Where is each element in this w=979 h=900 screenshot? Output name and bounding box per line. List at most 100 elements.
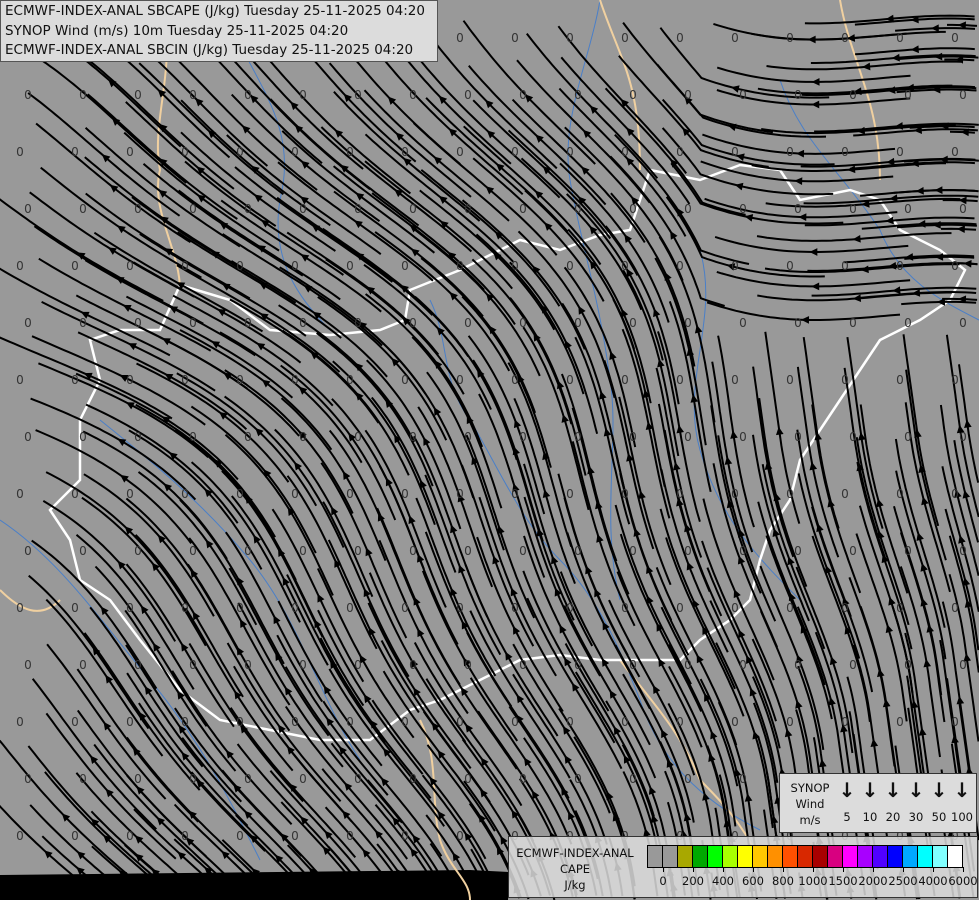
streamline-arrow-icon [870, 738, 879, 747]
cape-value-label: 0 [731, 373, 739, 387]
cape-color-swatch [768, 846, 783, 867]
streamline [279, 736, 405, 889]
cape-value-label: 0 [849, 544, 857, 558]
streamline-arrow-icon [964, 419, 972, 428]
streamline [180, 131, 336, 252]
streamline-arrow-icon [686, 561, 694, 571]
streamline-arrow-icon [653, 308, 661, 318]
cape-value-label: 0 [409, 658, 417, 672]
cape-value-label: 0 [126, 601, 134, 615]
cape-value-label: 0 [16, 487, 24, 501]
cape-value-label: 0 [841, 145, 849, 159]
map-title-box: ECMWF-INDEX-ANAL SBCAPE (J/kg) Tuesday 2… [0, 0, 438, 62]
cape-value-label: 0 [904, 430, 912, 444]
streamline-arrow-icon [676, 424, 685, 434]
cape-value-label: 0 [126, 373, 134, 387]
cape-value-label: 0 [566, 601, 574, 615]
streamline-arrow-icon [795, 700, 803, 709]
streamline-arrow-icon [211, 341, 221, 349]
title-line-cin: ECMWF-INDEX-ANAL SBCIN (J/kg) Tuesday 25… [5, 42, 414, 58]
streamline-arrow-icon [648, 786, 657, 795]
cape-value-label: 0 [951, 373, 959, 387]
streamline-arrow-icon [513, 419, 522, 429]
cape-value-label: 0 [401, 259, 409, 273]
streamline-arrow-icon [672, 461, 681, 471]
cape-value-label: 0 [574, 88, 582, 102]
streamline-arrow-icon [828, 696, 836, 706]
streamline-arrow-icon [169, 306, 179, 314]
streamline-arrow-icon [696, 654, 704, 664]
streamline-arrow-icon [331, 506, 339, 516]
wind-speed-label: 100 [951, 810, 973, 824]
cape-value-label: 0 [566, 31, 574, 45]
streamline-arrow-icon [852, 234, 861, 243]
cape-value-label: 0 [786, 601, 794, 615]
streamline-arrow-icon [542, 489, 551, 499]
cape-value-label: 0 [959, 202, 967, 216]
cape-value-label: 0 [126, 829, 134, 843]
streamline [421, 570, 519, 742]
cape-value-label: 0 [126, 715, 134, 729]
cape-value-label: 0 [629, 316, 637, 330]
cape-value-label: 0 [519, 430, 527, 444]
streamline-arrow-icon [744, 793, 753, 802]
cape-value-label: 0 [346, 145, 354, 159]
streamline-arrow-icon [253, 534, 261, 544]
streamline-arrow-icon [730, 430, 738, 439]
streamline-arrow-icon [108, 247, 117, 255]
cape-value-label: 0 [291, 829, 299, 843]
streamline-arrow-icon [450, 524, 458, 534]
cape-value-label: 0 [244, 544, 252, 558]
cape-value-label: 0 [896, 259, 904, 273]
cape-value-label: 0 [299, 658, 307, 672]
cape-value-label: 0 [346, 829, 354, 843]
streamline-arrow-icon [117, 438, 127, 447]
streamline-arrow-icon [889, 194, 898, 203]
cape-value-label: 0 [621, 259, 629, 273]
cape-scale-tick [843, 867, 844, 872]
cape-value-label: 0 [16, 145, 24, 159]
cape-value-label: 0 [519, 544, 527, 558]
cape-value-label: 0 [401, 373, 409, 387]
cape-value-label: 0 [409, 88, 417, 102]
cape-value-label: 0 [739, 88, 747, 102]
cape-value-label: 0 [566, 259, 574, 273]
cape-value-label: 0 [189, 772, 197, 786]
streamline-arrow-icon [916, 532, 924, 541]
cape-value-label: 0 [456, 715, 464, 729]
streamline-arrow-icon [365, 547, 373, 557]
streamline-arrow-icon [323, 685, 332, 695]
cape-value-label: 0 [621, 31, 629, 45]
cape-value-label: 0 [464, 316, 472, 330]
cape-scale-tick [963, 867, 964, 872]
cape-value-label: 0 [24, 772, 32, 786]
streamline [618, 55, 769, 168]
cape-value-label: 0 [299, 316, 307, 330]
cape-value-label: 0 [189, 88, 197, 102]
cape-value-label: 0 [244, 658, 252, 672]
cape-value-label: 0 [959, 430, 967, 444]
cape-value-label: 0 [739, 772, 747, 786]
cape-value-label: 0 [841, 601, 849, 615]
streamline-arrow-icon [417, 628, 425, 638]
streamline-arrow-icon [956, 225, 965, 233]
cape-value-label: 0 [299, 88, 307, 102]
cape-value-label: 0 [511, 715, 519, 729]
streamline-arrow-icon [923, 658, 932, 668]
cape-value-label: 0 [566, 145, 574, 159]
streamline-arrow-icon [891, 53, 900, 62]
streamline-arrow-icon [737, 528, 746, 538]
cape-value-label: 0 [904, 202, 912, 216]
cape-color-swatch [858, 846, 873, 867]
cape-value-label: 0 [189, 316, 197, 330]
cape-value-label: 0 [574, 202, 582, 216]
cape-value-label: 0 [134, 88, 142, 102]
streamline-arrow-icon [181, 642, 189, 652]
cape-value-label: 0 [684, 316, 692, 330]
streamline-arrow-icon [300, 254, 310, 262]
streamline [125, 497, 242, 656]
cape-value-label: 0 [24, 88, 32, 102]
cape-value-label: 0 [456, 259, 464, 273]
cape-value-label: 0 [566, 715, 574, 729]
cape-value-label: 0 [346, 715, 354, 729]
